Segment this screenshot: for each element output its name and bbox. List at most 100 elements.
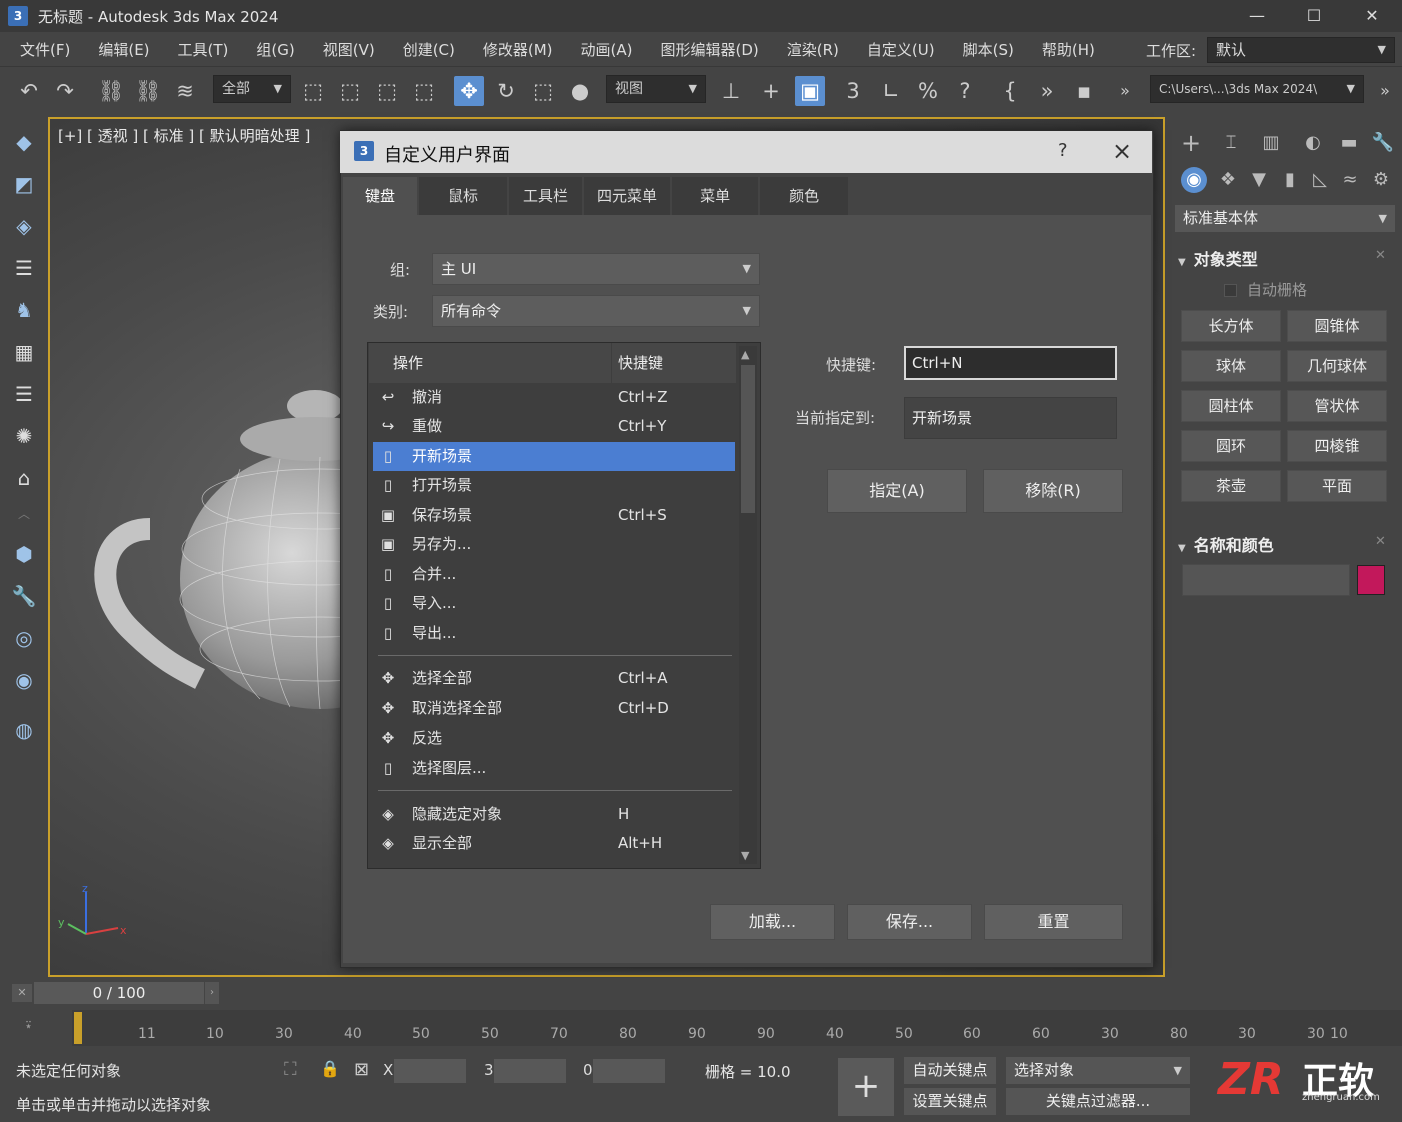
create-icon[interactable]: ◆ — [10, 128, 38, 156]
cameras-icon[interactable]: ▮ — [1277, 167, 1303, 193]
list-item[interactable]: ▯ 合并... — [373, 560, 735, 589]
list-item[interactable]: ▯ 导入... — [373, 589, 735, 618]
tube-button[interactable]: 管状体 — [1287, 390, 1387, 422]
list-item[interactable]: ▯ 导出... — [373, 619, 735, 648]
menu-file[interactable]: 文件(F) — [0, 39, 84, 60]
list-item[interactable]: ▯ 打开场景 — [373, 471, 735, 500]
menu-rendering[interactable]: 渲染(R) — [773, 39, 853, 60]
x-coord-input[interactable] — [394, 1059, 466, 1083]
undo-icon[interactable]: ↶ — [14, 76, 44, 106]
dialog-close-icon[interactable]: × — [1112, 137, 1132, 165]
list-item[interactable]: ↩ 撤消 Ctrl+Z — [373, 383, 735, 412]
set-key-icon[interactable]: + — [838, 1058, 894, 1116]
viewport-label[interactable]: [+] [ 透视 ] [ 标准 ] [ 默认明暗处理 ] — [58, 125, 310, 146]
angle-snap-icon[interactable]: ∟ — [876, 76, 906, 106]
expand-toolbar-icon[interactable]: » — [1110, 76, 1140, 106]
auto-key-button[interactable]: 自动关键点 — [904, 1057, 996, 1084]
layer-manager-icon[interactable]: ▦ — [10, 338, 38, 366]
tab-toolbars[interactable]: 工具栏 — [509, 177, 583, 215]
tab-keyboard[interactable]: 键盘 — [343, 177, 418, 215]
key-mode-icon[interactable]: ⍣ — [24, 1016, 33, 1034]
place-icon[interactable]: ● — [565, 76, 595, 106]
menu-customize[interactable]: 自定义(U) — [853, 39, 949, 60]
object-color-swatch[interactable] — [1357, 565, 1385, 595]
object-name-input[interactable] — [1182, 564, 1350, 596]
sphere-button[interactable]: 球体 — [1181, 350, 1281, 382]
name-color-section[interactable]: ▼ 名称和颜色 — [1178, 532, 1274, 556]
menu-scripting[interactable]: 脚本(S) — [949, 39, 1028, 60]
motion-tab-icon[interactable]: ◐ — [1300, 130, 1326, 156]
compass-icon[interactable]: ◎ — [10, 624, 38, 652]
minimize-button[interactable]: — — [1228, 0, 1286, 32]
reference-coord-select[interactable]: 视图 ▼ — [606, 75, 706, 103]
light-icon[interactable]: ◍ — [10, 716, 38, 744]
list-item[interactable]: ↪ 重做 Ctrl+Y — [373, 412, 735, 441]
tab-colors[interactable]: 颜色 — [760, 177, 849, 215]
list-item[interactable]: ▯ 选择图层... — [373, 754, 735, 783]
teapot-button[interactable]: 茶壶 — [1181, 470, 1281, 502]
workspace-select[interactable]: 默认 ▼ — [1207, 37, 1395, 63]
display-tab-icon[interactable]: ▬ — [1336, 130, 1362, 156]
chevron-right-icon[interactable]: › — [205, 982, 219, 1004]
modify-icon[interactable]: ◩ — [10, 170, 38, 198]
redo-icon[interactable]: ↷ — [50, 76, 80, 106]
list-item[interactable]: ◈ 显示全部 Alt+H — [373, 829, 735, 858]
create-tab-icon[interactable]: + — [1178, 130, 1204, 156]
torus-button[interactable]: 圆环 — [1181, 430, 1281, 462]
list-item-selected[interactable]: ▯ 开新场景 — [373, 442, 735, 471]
wrench-icon[interactable]: 🔧 — [10, 582, 38, 610]
column-header-action[interactable]: 操作 — [369, 343, 611, 383]
menu-group[interactable]: 组(G) — [242, 39, 308, 60]
box-icon[interactable]: ⬢ — [10, 540, 38, 568]
window-crossing-icon[interactable]: ⬚ — [409, 76, 439, 106]
absolute-mode-icon[interactable]: ⊠ — [354, 1059, 369, 1080]
pyramid-button[interactable]: 四棱锥 — [1287, 430, 1387, 462]
isolate-icon[interactable]: ⛶ — [284, 1059, 297, 1080]
project-path-select[interactable]: C:\Users\...\3ds Max 2024\ ▼ — [1150, 75, 1364, 103]
key-filters-button[interactable]: 关键点过滤器... — [1006, 1088, 1190, 1115]
collapse-icon[interactable]: ︿ — [10, 500, 38, 528]
save-button[interactable]: 保存... — [847, 904, 972, 940]
snaps-toggle-icon[interactable]: 3 — [838, 76, 868, 106]
y-coord-input[interactable] — [494, 1059, 566, 1083]
list-item[interactable]: ✥ 反选 — [373, 724, 735, 753]
bind-space-warp-icon[interactable]: ≋ — [170, 76, 200, 106]
menu-create[interactable]: 创建(C) — [389, 39, 469, 60]
modify-tab-icon[interactable]: ⌶ — [1218, 130, 1244, 156]
display-icon[interactable]: ⌂ — [10, 464, 38, 492]
edit-named-selection-icon[interactable]: { — [995, 76, 1025, 106]
remove-button[interactable]: 移除(R) — [983, 469, 1123, 513]
tab-menus[interactable]: 菜单 — [672, 177, 759, 215]
menu-views[interactable]: 视图(V) — [309, 39, 389, 60]
plane-button[interactable]: 平面 — [1287, 470, 1387, 502]
list-item[interactable]: ✥ 取消选择全部 Ctrl+D — [373, 694, 735, 723]
scene-explorer-icon[interactable]: ☰ — [10, 254, 38, 282]
helpers-icon[interactable]: ◺ — [1307, 167, 1333, 193]
list-item[interactable]: ▣ 保存场景 Ctrl+S — [373, 501, 735, 530]
assign-button[interactable]: 指定(A) — [827, 469, 967, 513]
key-selection-select[interactable]: 选择对象 ▼ — [1006, 1057, 1190, 1084]
systems-icon[interactable]: ⚙ — [1368, 167, 1394, 193]
close-window-button[interactable]: ✕ — [1343, 0, 1401, 32]
more-tools-icon[interactable]: » — [1032, 76, 1062, 106]
cylinder-button[interactable]: 圆柱体 — [1181, 390, 1281, 422]
scroll-up-icon[interactable]: ▲ — [741, 348, 749, 361]
hierarchy-tab-icon[interactable]: ▥ — [1258, 130, 1284, 156]
set-key-button[interactable]: 设置关键点 — [904, 1088, 996, 1115]
scale-icon[interactable]: ⬚ — [528, 76, 558, 106]
time-cursor[interactable] — [74, 1012, 82, 1044]
primitive-type-select[interactable]: 标准基本体 ▼ — [1175, 205, 1395, 232]
lights-icon[interactable]: ▼ — [1246, 167, 1272, 193]
select-object-icon[interactable]: ⬚ — [298, 76, 328, 106]
sphere-icon[interactable]: ◉ — [10, 666, 38, 694]
shortcut-input[interactable]: Ctrl+N — [904, 346, 1117, 380]
move-icon[interactable]: ✥ — [454, 76, 484, 106]
spinner-snap-icon[interactable]: ? — [950, 76, 980, 106]
pivot-center-icon[interactable]: ⊥ — [716, 76, 746, 106]
timeline-ruler[interactable] — [72, 1010, 1402, 1046]
tab-quad-menus[interactable]: 四元菜单 — [584, 177, 671, 215]
menu-graph-editors[interactable]: 图形编辑器(D) — [647, 39, 773, 60]
geosphere-button[interactable]: 几何球体 — [1287, 350, 1387, 382]
time-slider[interactable]: 0 / 100 — [34, 982, 204, 1004]
geometry-icon[interactable]: ◉ — [1181, 167, 1207, 193]
